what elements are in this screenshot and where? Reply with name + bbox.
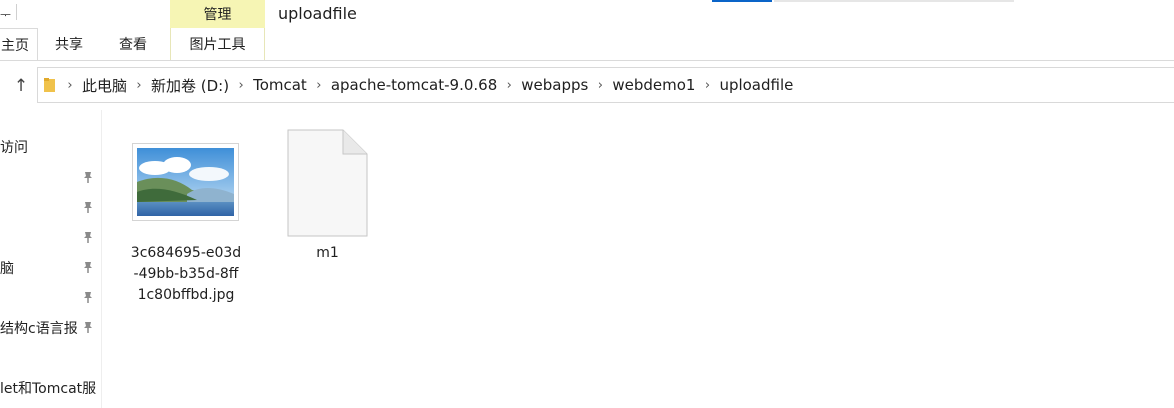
search-box-accent xyxy=(712,0,772,2)
search-box-edge[interactable] xyxy=(774,0,1014,2)
image-file-icon xyxy=(137,148,234,216)
quick-access-separator xyxy=(16,4,17,20)
nav-item-data-structures[interactable]: 结构c语言报 xyxy=(0,318,78,338)
breadcrumb-this-pc[interactable]: 此电脑 xyxy=(82,75,127,96)
manage-contextual-tab[interactable]: 管理 xyxy=(170,0,265,28)
tab-share[interactable]: 共享 xyxy=(55,28,83,60)
tab-home[interactable]: 主页 xyxy=(0,28,38,60)
breadcrumb-uploadfile[interactable]: uploadfile xyxy=(719,76,793,94)
up-arrow-icon[interactable]: ↑ xyxy=(12,76,30,96)
pin-icon[interactable] xyxy=(81,170,95,184)
pin-icon[interactable] xyxy=(81,200,95,214)
image-file-thumbnail[interactable] xyxy=(132,143,239,221)
breadcrumb-drive-d[interactable]: 新加卷 (D:) xyxy=(151,75,229,96)
chevron-right-icon[interactable]: › xyxy=(127,78,151,93)
tab-view[interactable]: 查看 xyxy=(119,28,147,60)
nav-item-servlet-tomcat[interactable]: let和Tomcat服 xyxy=(0,378,96,398)
chevron-right-icon[interactable]: › xyxy=(229,78,253,93)
address-bar[interactable]: › 此电脑 › 新加卷 (D:) › Tomcat › apache-tomca… xyxy=(37,67,1174,103)
m1-file-name[interactable]: m1 xyxy=(287,243,368,264)
chevron-right-icon[interactable]: › xyxy=(588,78,612,93)
pin-icon[interactable] xyxy=(81,320,95,334)
pin-icon[interactable] xyxy=(81,290,95,304)
tab-picture-tools[interactable]: 图片工具 xyxy=(170,28,265,60)
chevron-right-icon[interactable]: › xyxy=(58,78,82,93)
folder-icon xyxy=(44,78,55,92)
breadcrumb-webdemo1[interactable]: webdemo1 xyxy=(612,76,695,94)
image-file-name[interactable]: 3c684695-e03d -49bb-b35d-8ff 1c80bffbd.j… xyxy=(118,243,254,306)
breadcrumb-apache-tomcat[interactable]: apache-tomcat-9.0.68 xyxy=(331,76,497,94)
window-title: uploadfile xyxy=(278,4,357,23)
quick-access-toolbar-fragment[interactable]: ᅮ xyxy=(0,6,11,23)
pin-icon[interactable] xyxy=(81,230,95,244)
ribbon-tab-bar: 主页 共享 查看 图片工具 xyxy=(0,28,1174,61)
nav-item-this-pc[interactable]: 脑 xyxy=(0,258,14,278)
navigation-pane: 访问 脑 结构c语言报 let和Tomcat服 xyxy=(0,110,102,408)
pin-icon[interactable] xyxy=(81,260,95,274)
breadcrumb-webapps[interactable]: webapps xyxy=(521,76,588,94)
file-name-line: 1c80bffbd.jpg xyxy=(137,287,235,303)
blank-file-icon[interactable] xyxy=(287,129,368,237)
chevron-right-icon[interactable]: › xyxy=(497,78,521,93)
file-name-line: -49bb-b35d-8ff xyxy=(133,266,239,282)
breadcrumb: › 此电脑 › 新加卷 (D:) › Tomcat › apache-tomca… xyxy=(58,68,793,102)
breadcrumb-tomcat[interactable]: Tomcat xyxy=(253,76,307,94)
chevron-right-icon[interactable]: › xyxy=(307,78,331,93)
chevron-right-icon[interactable]: › xyxy=(695,78,719,93)
nav-item-quick-access[interactable]: 访问 xyxy=(0,137,28,157)
file-name-line: 3c684695-e03d xyxy=(130,245,242,261)
